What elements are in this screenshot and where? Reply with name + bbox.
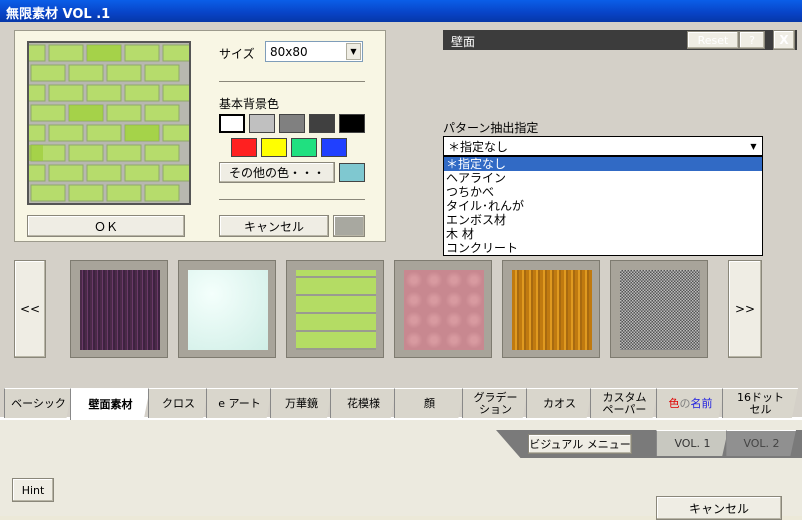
list-item[interactable]: コンクリート [444,241,762,255]
swatch-gray[interactable] [279,114,305,133]
list-item[interactable]: つちかべ [444,185,762,199]
bottom-area: ビジュアル メニュー VOL. 1 VOL. 2 Hint キャンセル [0,420,802,520]
category-tabs: ベーシック 壁面素材 クロス e アート 万華鏡 花模様 顔 グラデー ション … [0,384,802,420]
tab-vol1[interactable]: VOL. 1 [656,430,728,456]
thumb-pink-emboss[interactable] [394,260,492,358]
client-area: ＯＫ サイズ 80x80 ▼ 基本背景色 その他の色・・・ キャンセル 壁面 R… [0,22,802,520]
tab-flower-pattern[interactable]: 花模様 [330,388,396,418]
list-item[interactable]: ヘアライン [444,171,762,185]
thumb-image [188,270,268,350]
panel-header: 壁面 Reset ? X [443,30,797,50]
pattern-value: ＊指定なし [448,139,509,154]
thumb-image [620,270,700,350]
pattern-label: パターン抽出指定 [443,121,539,135]
tab-cross[interactable]: クロス [148,388,208,418]
brick-preview-image [29,43,189,203]
other-color-button[interactable]: その他の色・・・ [219,162,335,183]
settings-panel: ＯＫ サイズ 80x80 ▼ 基本背景色 その他の色・・・ キャンセル [14,30,386,242]
close-button[interactable]: X [773,30,795,50]
tab-vol2[interactable]: VOL. 2 [726,430,796,456]
tab-wall-material[interactable]: 壁面素材 [70,388,150,420]
tab-gradation[interactable]: グラデー ション [462,388,528,418]
list-item[interactable]: エンボス材 [444,213,762,227]
reset-button[interactable]: Reset [687,31,739,49]
tab-color-names[interactable]: 色の名前 [656,388,724,418]
thumb-mint-stucco[interactable] [178,260,276,358]
other-color-swatch [339,163,365,182]
size-select[interactable]: 80x80 ▼ [265,41,363,62]
size-value: 80x80 [270,44,308,59]
tab-kaleidoscope[interactable]: 万華鏡 [270,388,332,418]
pattern-dropdown-list: ＊指定なし ヘアライン つちかべ タイル･れんが エンボス材 木 材 コンクリー… [443,156,763,256]
size-label: サイズ [219,47,255,61]
divider [219,199,365,200]
help-button[interactable]: ? [739,31,765,49]
swatch-white[interactable] [219,114,245,133]
tab-e-art[interactable]: e アート [206,388,272,418]
list-item[interactable]: ＊指定なし [444,157,762,171]
chevron-down-icon[interactable]: ▼ [346,43,361,60]
thumb-purple-hairline[interactable] [70,260,168,358]
next-button[interactable]: >> [728,260,762,358]
tab-basic[interactable]: ベーシック [4,388,72,418]
visual-menu-button[interactable]: ビジュアル メニュー [528,434,632,454]
chevron-down-icon[interactable]: ▼ [746,138,761,154]
color-preview-button[interactable] [333,215,365,237]
bottom-cancel-button[interactable]: キャンセル [656,496,782,520]
hint-button[interactable]: Hint [12,478,54,502]
bg-color-label: 基本背景色 [219,97,280,111]
tab-color-part: 色 [668,396,680,410]
thumb-image [296,270,376,350]
thumb-brick[interactable] [286,260,384,358]
cancel-button[interactable]: キャンセル [219,215,329,237]
thumb-wood[interactable] [502,260,600,358]
ok-button[interactable]: ＯＫ [27,215,185,237]
panel-title: 壁面 [451,35,476,49]
tab-custom-paper[interactable]: カスタム ペーパー [590,388,658,418]
list-item[interactable]: タイル･れんが [444,199,762,213]
prev-button[interactable]: << [14,260,46,358]
divider [219,81,365,82]
texture-preview [27,41,191,205]
window-title: 無限素材 VOL .1 [0,0,802,22]
swatch-dark-gray[interactable] [309,114,335,133]
tab-face[interactable]: 顔 [394,388,464,418]
pattern-select[interactable]: ＊指定なし ▼ [443,136,763,156]
swatch-red[interactable] [231,138,257,157]
swatch-black[interactable] [339,114,365,133]
thumb-concrete[interactable] [610,260,708,358]
thumb-image [404,270,484,350]
tab-16dot-cell[interactable]: 16ドット セル [722,388,798,418]
swatch-yellow[interactable] [261,138,287,157]
swatch-green[interactable] [291,138,317,157]
swatch-blue[interactable] [321,138,347,157]
thumb-image [512,270,592,350]
tab-chaos[interactable]: カオス [526,388,592,418]
thumb-image [80,270,160,350]
swatch-light-gray[interactable] [249,114,275,133]
tab-name-part: 名前 [690,396,713,410]
tab-no-part: の [679,396,691,410]
list-item[interactable]: 木 材 [444,227,762,241]
